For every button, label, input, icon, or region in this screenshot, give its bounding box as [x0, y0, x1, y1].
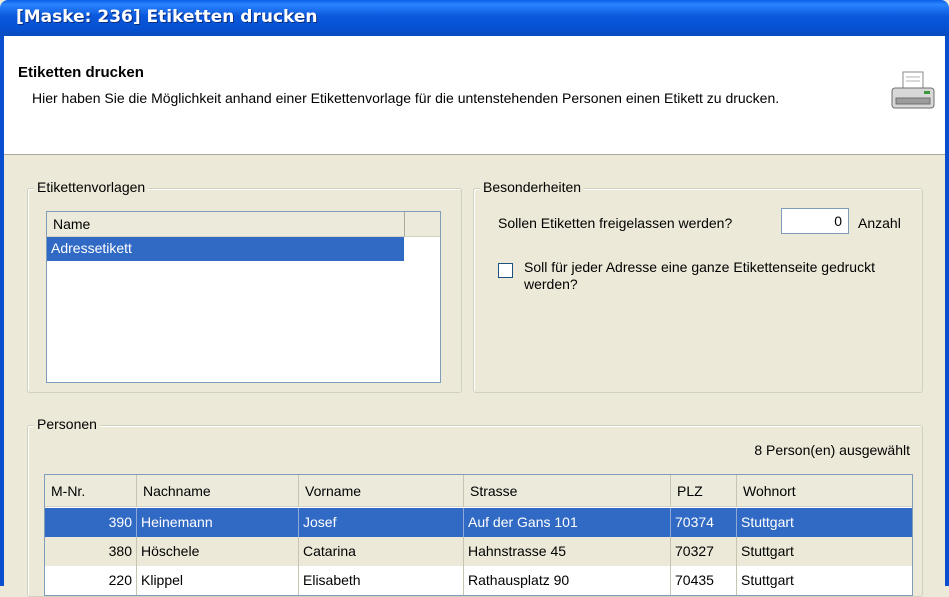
template-list[interactable]: Name Adressetikett	[46, 211, 441, 383]
template-list-header-name[interactable]: Name	[47, 212, 405, 237]
cell-strasse: Rathausplatz 90	[464, 566, 671, 595]
cell-mnr: 220	[45, 566, 137, 595]
column-header-vorname[interactable]: Vorname	[299, 475, 464, 507]
cell-vorname: Josef	[299, 508, 464, 537]
cell-text: 70374	[675, 514, 714, 530]
cell-plz: 70374	[671, 508, 737, 537]
printer-icon	[891, 71, 935, 109]
table-row[interactable]: 380 Höschele Catarina Hahnstrasse 45 703…	[45, 537, 912, 566]
cell-vorname: Catarina	[299, 537, 464, 566]
skip-count-input[interactable]: 0	[781, 208, 849, 234]
full-page-checkbox-label[interactable]: Soll für jeder Adresse eine ganze Etiket…	[524, 259, 894, 293]
cell-plz: 70327	[671, 537, 737, 566]
cell-text: 390	[108, 514, 132, 530]
table-row[interactable]: 390 Heinemann Josef Auf der Gans 101 703…	[45, 508, 912, 537]
column-header-label: PLZ	[677, 483, 703, 499]
window-frame-right	[945, 36, 949, 586]
cell-text: Hahnstrasse 45	[468, 543, 567, 559]
full-page-checkbox[interactable]	[498, 263, 513, 278]
cell-plz: 70435	[671, 566, 737, 595]
list-item-label: Adressetikett	[51, 240, 132, 256]
cell-nachname: Klippel	[137, 566, 299, 595]
dialog-header: Etiketten drucken Hier haben Sie die Mög…	[4, 36, 945, 155]
besonderheiten-legend: Besonderheiten	[480, 179, 585, 195]
cell-text: Stuttgart	[741, 514, 794, 530]
skip-count-unit: Anzahl	[858, 215, 901, 231]
header-description: Hier haben Sie die Möglichkeit anhand ei…	[32, 90, 780, 106]
cell-text: 70327	[675, 543, 714, 559]
title-bar[interactable]: [Maske: 236] Etiketten drucken	[0, 0, 949, 36]
etikettenvorlagen-group: Etikettenvorlagen Name Adressetikett	[27, 179, 462, 393]
header-title: Etiketten drucken	[18, 64, 144, 81]
besonderheiten-group: Besonderheiten Sollen Etiketten freigela…	[473, 179, 923, 393]
cell-strasse: Auf der Gans 101	[464, 508, 671, 537]
cell-nachname: Heinemann	[137, 508, 299, 537]
cell-wohnort: Stuttgart	[737, 508, 912, 537]
column-header-label: Wohnort	[743, 483, 796, 499]
cell-text: Höschele	[141, 543, 200, 559]
cell-mnr: 380	[45, 537, 137, 566]
cell-text: Heinemann	[141, 514, 213, 530]
cell-mnr: 390	[45, 508, 137, 537]
cell-text: Stuttgart	[741, 543, 794, 559]
cell-wohnort: Stuttgart	[737, 566, 912, 595]
cell-text: 380	[108, 543, 132, 559]
window-title: [Maske: 236] Etiketten drucken	[16, 7, 318, 27]
column-header-wohnort[interactable]: Wohnort	[737, 475, 912, 507]
template-list-header-filler	[405, 212, 440, 237]
personen-group: Personen 8 Person(en) ausgewählt M-Nr. N…	[27, 416, 923, 597]
table-row[interactable]: 220 Klippel Elisabeth Rathausplatz 90 70…	[45, 566, 912, 595]
column-header-nachname[interactable]: Nachname	[137, 475, 299, 507]
column-header-label: M-Nr.	[51, 483, 86, 499]
column-header-strasse[interactable]: Strasse	[464, 475, 671, 507]
column-header-label: Strasse	[470, 483, 518, 499]
cell-nachname: Höschele	[137, 537, 299, 566]
cell-text: Auf der Gans 101	[468, 514, 578, 530]
cell-text: Josef	[303, 514, 337, 530]
skip-labels-question: Sollen Etiketten freigelassen werden?	[498, 215, 733, 231]
persons-table[interactable]: M-Nr. Nachname Vorname Strasse PLZ Wohno…	[44, 474, 913, 596]
column-header-label: Vorname	[305, 483, 362, 499]
list-item[interactable]: Adressetikett	[47, 237, 404, 261]
template-list-header-label: Name	[53, 216, 91, 232]
selected-count: 8 Person(en) ausgewählt	[754, 442, 910, 458]
column-header-plz[interactable]: PLZ	[671, 475, 737, 507]
column-header-mnr[interactable]: M-Nr.	[45, 475, 137, 507]
cell-text: Catarina	[303, 543, 356, 559]
cell-strasse: Hahnstrasse 45	[464, 537, 671, 566]
cell-wohnort: Stuttgart	[737, 537, 912, 566]
column-header-label: Nachname	[143, 483, 211, 499]
cell-vorname: Elisabeth	[299, 566, 464, 595]
personen-legend: Personen	[34, 416, 100, 432]
etikettenvorlagen-legend: Etikettenvorlagen	[34, 179, 149, 195]
